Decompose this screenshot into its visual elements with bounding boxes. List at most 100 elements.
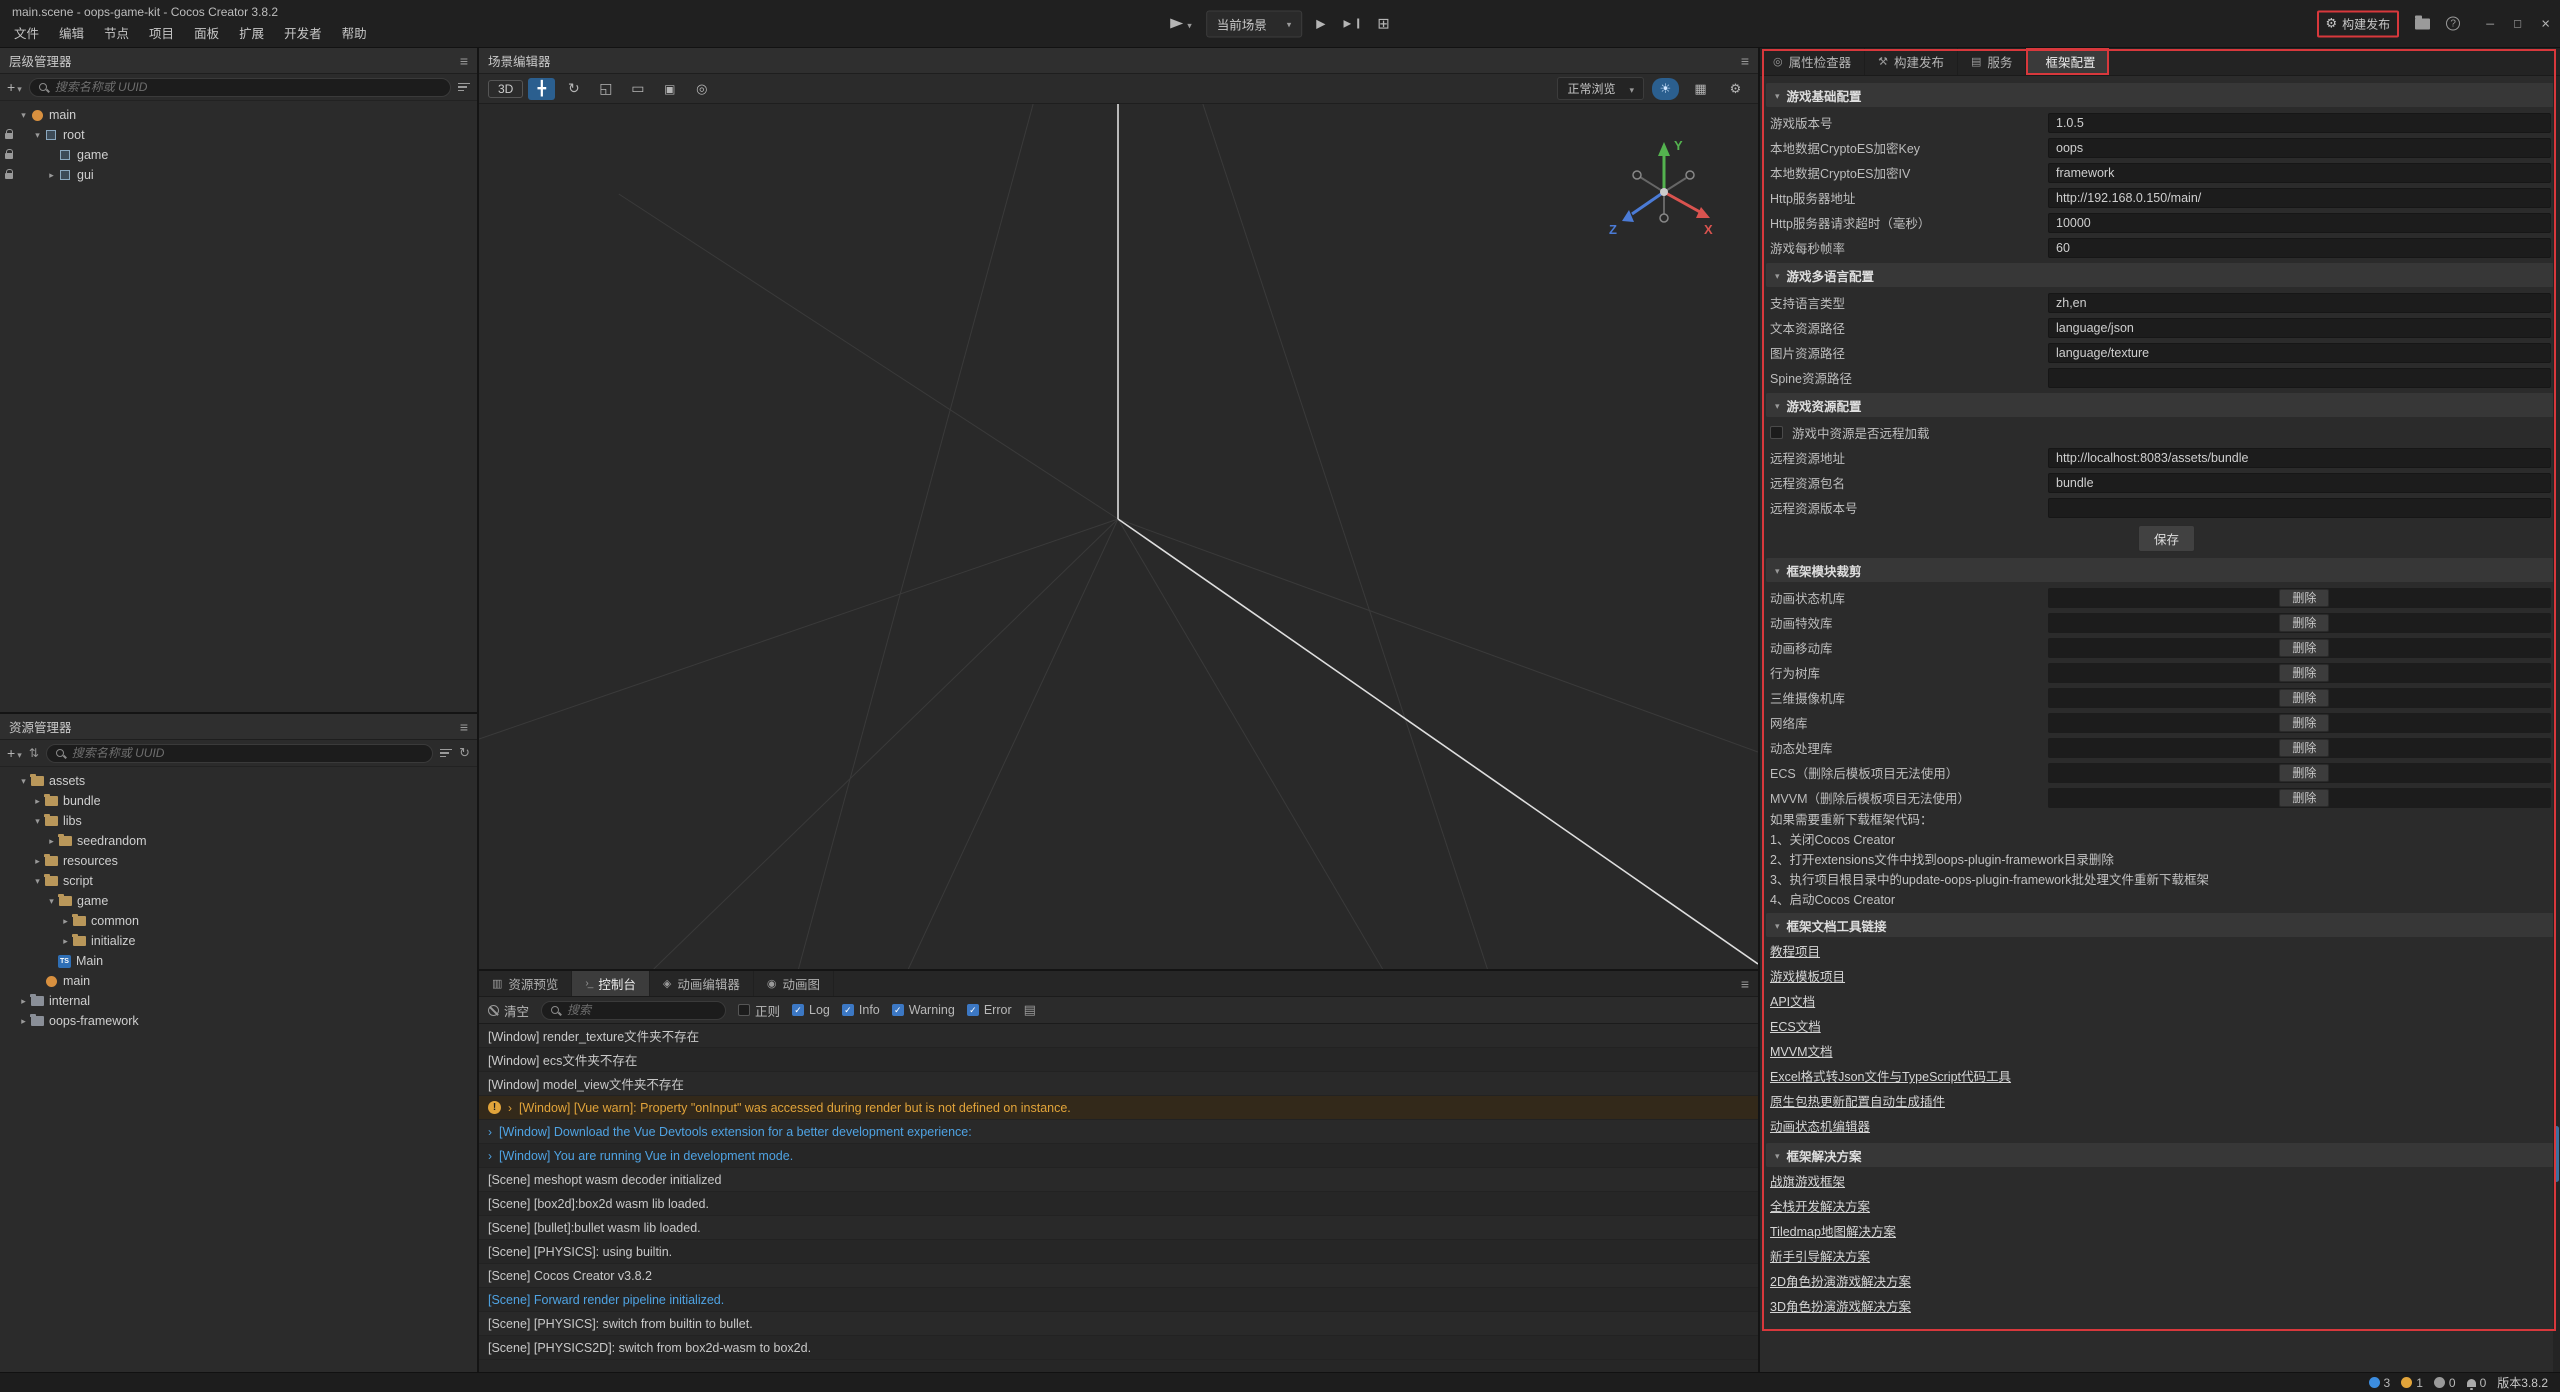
tree-row[interactable]: assets bbox=[0, 771, 477, 791]
log-row[interactable]: [Scene] [PHYSICS2D]: switch from box2d-w… bbox=[479, 1336, 1758, 1360]
sort-icon[interactable] bbox=[29, 746, 39, 760]
menu-item[interactable]: 扩展 bbox=[229, 20, 274, 45]
tree-row[interactable]: main bbox=[0, 971, 477, 991]
step-button[interactable] bbox=[1340, 16, 1364, 31]
tree-row[interactable]: common bbox=[0, 911, 477, 931]
doc-link[interactable]: MVVM文档 bbox=[1766, 1040, 1833, 1065]
console-search[interactable] bbox=[541, 1001, 726, 1020]
expand-arrow-icon[interactable] bbox=[45, 170, 58, 181]
assets-search-input[interactable] bbox=[70, 745, 423, 761]
log-row[interactable]: [Window] You are running Vue in developm… bbox=[479, 1144, 1758, 1168]
log-filter-checkbox[interactable]: Log bbox=[792, 1003, 830, 1017]
log-row[interactable]: [Scene] [PHYSICS]: switch from builtin t… bbox=[479, 1312, 1758, 1336]
tree-row[interactable]: seedrandom bbox=[0, 831, 477, 851]
tree-row[interactable]: oops-framework bbox=[0, 1011, 477, 1031]
field-input[interactable] bbox=[2048, 498, 2551, 518]
menu-item[interactable]: 开发者 bbox=[274, 20, 332, 45]
doc-link[interactable]: 游戏模板项目 bbox=[1766, 965, 1845, 990]
field-input[interactable] bbox=[2048, 343, 2551, 363]
log-row[interactable]: [Scene] [box2d]:box2d wasm lib loaded. bbox=[479, 1192, 1758, 1216]
assets-menu-icon[interactable] bbox=[460, 719, 468, 735]
inspector-tab[interactable]: 服务 bbox=[1958, 48, 2026, 75]
module-delete-button[interactable]: 删除 bbox=[2279, 789, 2329, 807]
menu-item[interactable]: 帮助 bbox=[332, 20, 377, 45]
layout-button[interactable] bbox=[1373, 13, 1394, 35]
export-log-icon[interactable] bbox=[1024, 1002, 1036, 1018]
module-delete-button[interactable]: 删除 bbox=[2279, 764, 2329, 782]
scale-tool[interactable] bbox=[592, 78, 619, 100]
inspector-tab[interactable]: 框架配置 bbox=[2026, 48, 2109, 75]
play-button[interactable] bbox=[1312, 15, 1329, 33]
solution-link[interactable]: 全栈开发解决方案 bbox=[1766, 1195, 1870, 1220]
warning-count[interactable]: 1 bbox=[2401, 1376, 2423, 1390]
log-row[interactable]: [Scene] meshopt wasm decoder initialized bbox=[479, 1168, 1758, 1192]
log-filter-checkbox[interactable]: Warning bbox=[892, 1003, 955, 1017]
inspector-tab[interactable]: 构建发布 bbox=[1865, 48, 1958, 75]
tree-row[interactable]: gui bbox=[0, 165, 477, 185]
console-tab[interactable]: 动画图 bbox=[754, 971, 834, 996]
doc-link[interactable]: 动画状态机编辑器 bbox=[1766, 1115, 1870, 1140]
notification-count[interactable]: 0 bbox=[2467, 1376, 2487, 1390]
section-header-language[interactable]: 游戏多语言配置 bbox=[1766, 263, 2554, 287]
open-project-folder-icon[interactable] bbox=[2415, 18, 2430, 29]
expand-arrow-icon[interactable] bbox=[31, 856, 44, 867]
close-button[interactable] bbox=[2541, 15, 2550, 32]
scene-menu-icon[interactable] bbox=[1741, 53, 1749, 69]
expand-arrow-icon[interactable] bbox=[17, 996, 30, 1007]
field-input[interactable] bbox=[2048, 213, 2551, 233]
expand-arrow-icon[interactable] bbox=[59, 936, 72, 947]
save-button[interactable]: 保存 bbox=[2138, 525, 2195, 552]
hierarchy-menu-icon[interactable] bbox=[460, 53, 468, 69]
tree-row[interactable]: initialize bbox=[0, 931, 477, 951]
module-delete-button[interactable]: 删除 bbox=[2279, 589, 2329, 607]
field-input[interactable] bbox=[2048, 138, 2551, 158]
log-row[interactable]: [Scene] [PHYSICS]: using builtin. bbox=[479, 1240, 1758, 1264]
expand-arrow-icon[interactable] bbox=[31, 876, 44, 887]
view-mode-dropdown[interactable]: 正常浏览 bbox=[1557, 77, 1644, 100]
log-expand-icon[interactable] bbox=[508, 1101, 512, 1115]
menu-item[interactable]: 节点 bbox=[94, 20, 139, 45]
add-node-button[interactable] bbox=[7, 79, 22, 95]
assets-filter-icon[interactable] bbox=[440, 749, 452, 758]
section-header-basic[interactable]: 游戏基础配置 bbox=[1766, 83, 2554, 107]
doc-link[interactable]: API文档 bbox=[1766, 990, 1815, 1015]
expand-arrow-icon[interactable] bbox=[31, 816, 44, 827]
error-count[interactable]: 0 bbox=[2434, 1376, 2456, 1390]
expand-arrow-icon[interactable] bbox=[45, 896, 58, 907]
expand-arrow-icon[interactable] bbox=[45, 836, 58, 847]
scene-light-toggle[interactable] bbox=[1652, 78, 1679, 100]
field-input[interactable] bbox=[2048, 473, 2551, 493]
solution-link[interactable]: 新手引导解决方案 bbox=[1766, 1245, 1870, 1270]
console-tab[interactable]: 控制台 bbox=[572, 971, 649, 996]
assets-search[interactable] bbox=[46, 744, 433, 763]
field-input[interactable] bbox=[2048, 113, 2551, 133]
remote-load-checkbox[interactable] bbox=[1770, 426, 1783, 439]
move-tool[interactable] bbox=[528, 78, 555, 100]
tree-row[interactable]: game bbox=[0, 145, 477, 165]
menu-item[interactable]: 面板 bbox=[184, 20, 229, 45]
anchor-tool[interactable] bbox=[688, 78, 715, 100]
doc-link[interactable]: 教程项目 bbox=[1766, 940, 1820, 965]
scene-selector-dropdown[interactable]: 当前场景 bbox=[1206, 10, 1303, 37]
log-row[interactable]: [Window] render_texture文件夹不存在 bbox=[479, 1024, 1758, 1048]
field-input[interactable] bbox=[2048, 293, 2551, 313]
solution-link[interactable]: Tiledmap地图解决方案 bbox=[1766, 1220, 1896, 1245]
log-filter-checkbox[interactable]: Error bbox=[967, 1003, 1012, 1017]
log-row[interactable]: [Window] [Vue warn]: Property "onInput" … bbox=[479, 1096, 1758, 1120]
tree-row[interactable]: internal bbox=[0, 991, 477, 1011]
console-tab[interactable]: 动画编辑器 bbox=[650, 971, 754, 996]
field-input[interactable] bbox=[2048, 368, 2551, 388]
log-row[interactable]: [Window] model_view文件夹不存在 bbox=[479, 1072, 1758, 1096]
console-tab[interactable]: 资源预览 bbox=[479, 971, 572, 996]
preview-platform-button[interactable] bbox=[1166, 14, 1196, 33]
field-input[interactable] bbox=[2048, 318, 2551, 338]
tree-row[interactable]: game bbox=[0, 891, 477, 911]
tree-row[interactable]: libs bbox=[0, 811, 477, 831]
transform-gizmo-tool[interactable] bbox=[656, 78, 683, 100]
console-menu-icon[interactable] bbox=[1741, 976, 1749, 992]
help-icon[interactable] bbox=[2446, 17, 2460, 31]
regex-checkbox[interactable]: 正则 bbox=[738, 1001, 780, 1020]
add-asset-button[interactable] bbox=[7, 745, 22, 761]
refresh-icon[interactable] bbox=[459, 745, 470, 761]
mode-3d-button[interactable]: 3D bbox=[488, 80, 523, 98]
